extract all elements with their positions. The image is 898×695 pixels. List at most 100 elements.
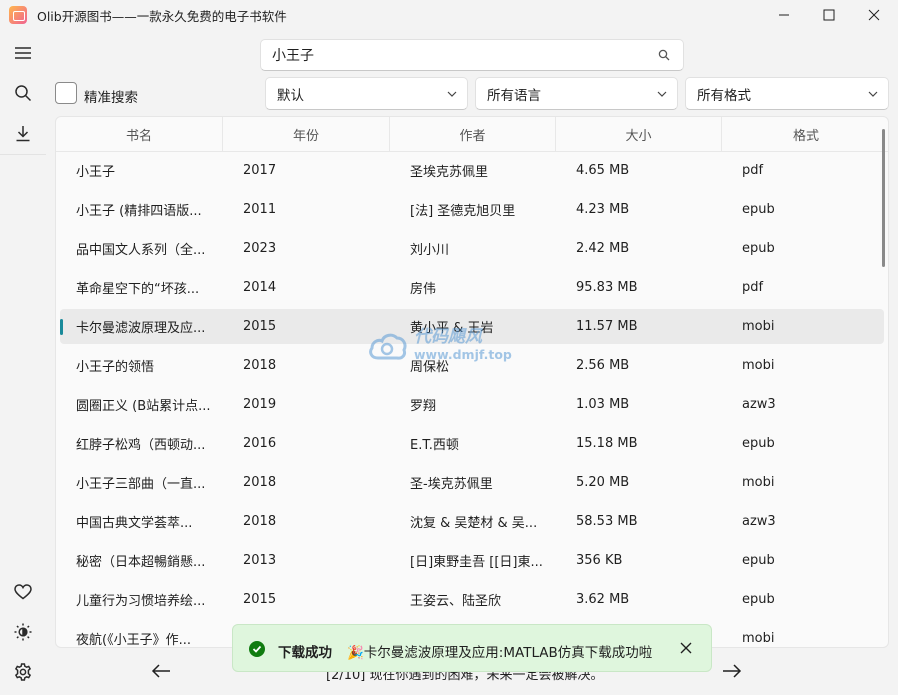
- menu-icon: [15, 47, 31, 59]
- nav-downloads-button[interactable]: [7, 117, 39, 149]
- cell-title: 小王子 (精排四语版...: [76, 204, 202, 219]
- app-logo-icon: [9, 6, 27, 24]
- cell-year: 2023: [243, 241, 277, 256]
- cell-author: 圣埃克苏佩里: [410, 165, 489, 180]
- cell-format: epub: [742, 241, 775, 256]
- cell-format: epub: [742, 592, 775, 607]
- settings-button[interactable]: [7, 656, 39, 688]
- table-body: 小王子 2017 圣埃克苏佩里 4.65 MB pdf 小王子 (精排四语版... 2011…: [60, 153, 884, 648]
- close-window-button[interactable]: [851, 0, 897, 30]
- cell-author: 黄小平 & 王岩: [410, 321, 494, 336]
- table-row[interactable]: 儿童行为习惯培养绘... 2015 王姿云、陆圣欣 3.62 MB epub: [60, 582, 884, 617]
- cell-format: mobi: [742, 475, 775, 490]
- sort-dropdown[interactable]: 默认: [265, 77, 468, 110]
- download-success-toast: 下载成功 🎉卡尔曼滤波原理及应用:MATLAB仿真下载成功啦: [232, 624, 712, 672]
- cell-size: 356 KB: [576, 553, 623, 568]
- nav-rail: [0, 30, 46, 695]
- cell-title: 红脖子松鸡（西顿动...: [76, 438, 206, 453]
- cell-author: 房伟: [410, 282, 437, 297]
- chevron-down-icon: [447, 91, 457, 97]
- cell-title: 秘密（日本超暢銷懸...: [76, 555, 206, 570]
- cell-year: 2015: [243, 319, 277, 334]
- cell-author: [法] 圣德克旭贝里: [410, 204, 516, 219]
- table-row[interactable]: 品中国文人系列（全... 2023 刘小川 2.42 MB epub: [60, 231, 884, 266]
- search-icon: [15, 85, 32, 102]
- cell-year: 2013: [243, 553, 277, 568]
- download-icon: [16, 125, 30, 141]
- table-row[interactable]: 小王子 2017 圣埃克苏佩里 4.65 MB pdf: [60, 153, 884, 188]
- table-row[interactable]: 红脖子松鸡（西顿动... 2016 E.T.西顿 15.18 MB epub: [60, 426, 884, 461]
- table-row[interactable]: 小王子三部曲（一直... 2018 圣-埃克苏佩里 5.20 MB mobi: [60, 465, 884, 500]
- language-dropdown-value: 所有语言: [487, 87, 541, 104]
- theme-button[interactable]: [7, 616, 39, 648]
- arrow-right-icon: [723, 664, 742, 678]
- cell-format: pdf: [742, 280, 764, 295]
- cell-title: 革命星空下的“坏孩...: [76, 282, 200, 297]
- cell-format: epub: [742, 553, 775, 568]
- next-tip-button[interactable]: [721, 660, 743, 682]
- previous-tip-button[interactable]: [150, 660, 172, 682]
- column-header-format[interactable]: 格式: [722, 117, 888, 152]
- favorites-button[interactable]: [7, 576, 39, 608]
- minimize-button[interactable]: [761, 0, 807, 30]
- table-row[interactable]: 小王子的领悟 2018 周保松 2.56 MB mobi: [60, 348, 884, 383]
- maximize-icon: [823, 9, 835, 21]
- table-row[interactable]: 卡尔曼滤波原理及应... 2015 黄小平 & 王岩 11.57 MB mobi: [60, 309, 884, 344]
- column-header-year[interactable]: 年份: [223, 117, 390, 152]
- cell-author: 圣-埃克苏佩里: [410, 477, 493, 492]
- cell-author: 沈复 & 吴楚材 & 吴...: [410, 516, 538, 531]
- close-icon: [680, 642, 692, 654]
- exact-search-checkbox[interactable]: [55, 82, 77, 104]
- cell-format: azw3: [742, 397, 776, 412]
- cell-size: 1.03 MB: [576, 397, 630, 412]
- table-scrollbar[interactable]: [882, 129, 885, 267]
- rail-divider: [0, 154, 46, 155]
- column-header-author[interactable]: 作者: [390, 117, 556, 152]
- table-row[interactable]: 圆圈正义 (B站累计点... 2019 罗翔 1.03 MB azw3: [60, 387, 884, 422]
- table-row[interactable]: 中国古典文学荟萃... 2018 沈复 & 吴楚材 & 吴... 58.53 MB az…: [60, 504, 884, 539]
- cell-size: 2.56 MB: [576, 358, 630, 373]
- cell-title: 儿童行为习惯培养绘...: [76, 594, 206, 609]
- cell-year: 2017: [243, 163, 277, 178]
- close-icon: [868, 9, 880, 21]
- maximize-button[interactable]: [806, 0, 852, 30]
- cell-format: pdf: [742, 163, 764, 178]
- sort-dropdown-value: 默认: [277, 87, 304, 104]
- table-header: 书名 年份 作者 大小 格式: [56, 117, 888, 152]
- cell-author: 王姿云、陆圣欣: [410, 594, 502, 609]
- cell-title: 小王子三部曲（一直...: [76, 477, 206, 492]
- cell-title: 小王子: [76, 165, 116, 180]
- cell-size: 4.65 MB: [576, 163, 630, 178]
- table-row[interactable]: 小王子 (精排四语版... 2011 [法] 圣德克旭贝里 4.23 MB epub: [60, 192, 884, 227]
- column-header-title[interactable]: 书名: [56, 117, 223, 152]
- cell-title: 小王子的领悟: [76, 360, 155, 375]
- cell-format: epub: [742, 436, 775, 451]
- cell-year: 2018: [243, 514, 277, 529]
- cell-size: 3.62 MB: [576, 592, 630, 607]
- format-dropdown[interactable]: 所有格式: [685, 77, 889, 110]
- cell-year: 2018: [243, 358, 277, 373]
- column-header-size[interactable]: 大小: [556, 117, 722, 152]
- cell-year: 2015: [243, 592, 277, 607]
- table-row[interactable]: 革命星空下的“坏孩... 2014 房伟 95.83 MB pdf: [60, 270, 884, 305]
- gear-icon: [14, 663, 32, 681]
- arrow-left-icon: [151, 664, 170, 678]
- cell-format: epub: [742, 202, 775, 217]
- nav-search-button[interactable]: [7, 77, 39, 109]
- cell-title: 圆圈正义 (B站累计点...: [76, 399, 211, 414]
- search-submit-icon[interactable]: [658, 49, 670, 61]
- cell-author: 罗翔: [410, 399, 437, 414]
- chevron-down-icon: [868, 91, 878, 97]
- search-input[interactable]: [272, 47, 652, 63]
- cell-author: 周保松: [410, 360, 450, 375]
- language-dropdown[interactable]: 所有语言: [475, 77, 678, 110]
- table-row[interactable]: 秘密（日本超暢銷懸... 2013 [日]東野圭吾 [[日]東... 356 KB ep…: [60, 543, 884, 578]
- toast-title: 下载成功: [278, 645, 332, 661]
- chevron-down-icon: [657, 91, 667, 97]
- success-check-icon: [249, 641, 265, 657]
- cell-author: E.T.西顿: [410, 438, 459, 453]
- menu-button[interactable]: [7, 37, 39, 69]
- cell-title: 夜航(《小王子》作...: [76, 633, 191, 648]
- cell-size: 58.53 MB: [576, 514, 638, 529]
- toast-close-button[interactable]: [679, 641, 693, 655]
